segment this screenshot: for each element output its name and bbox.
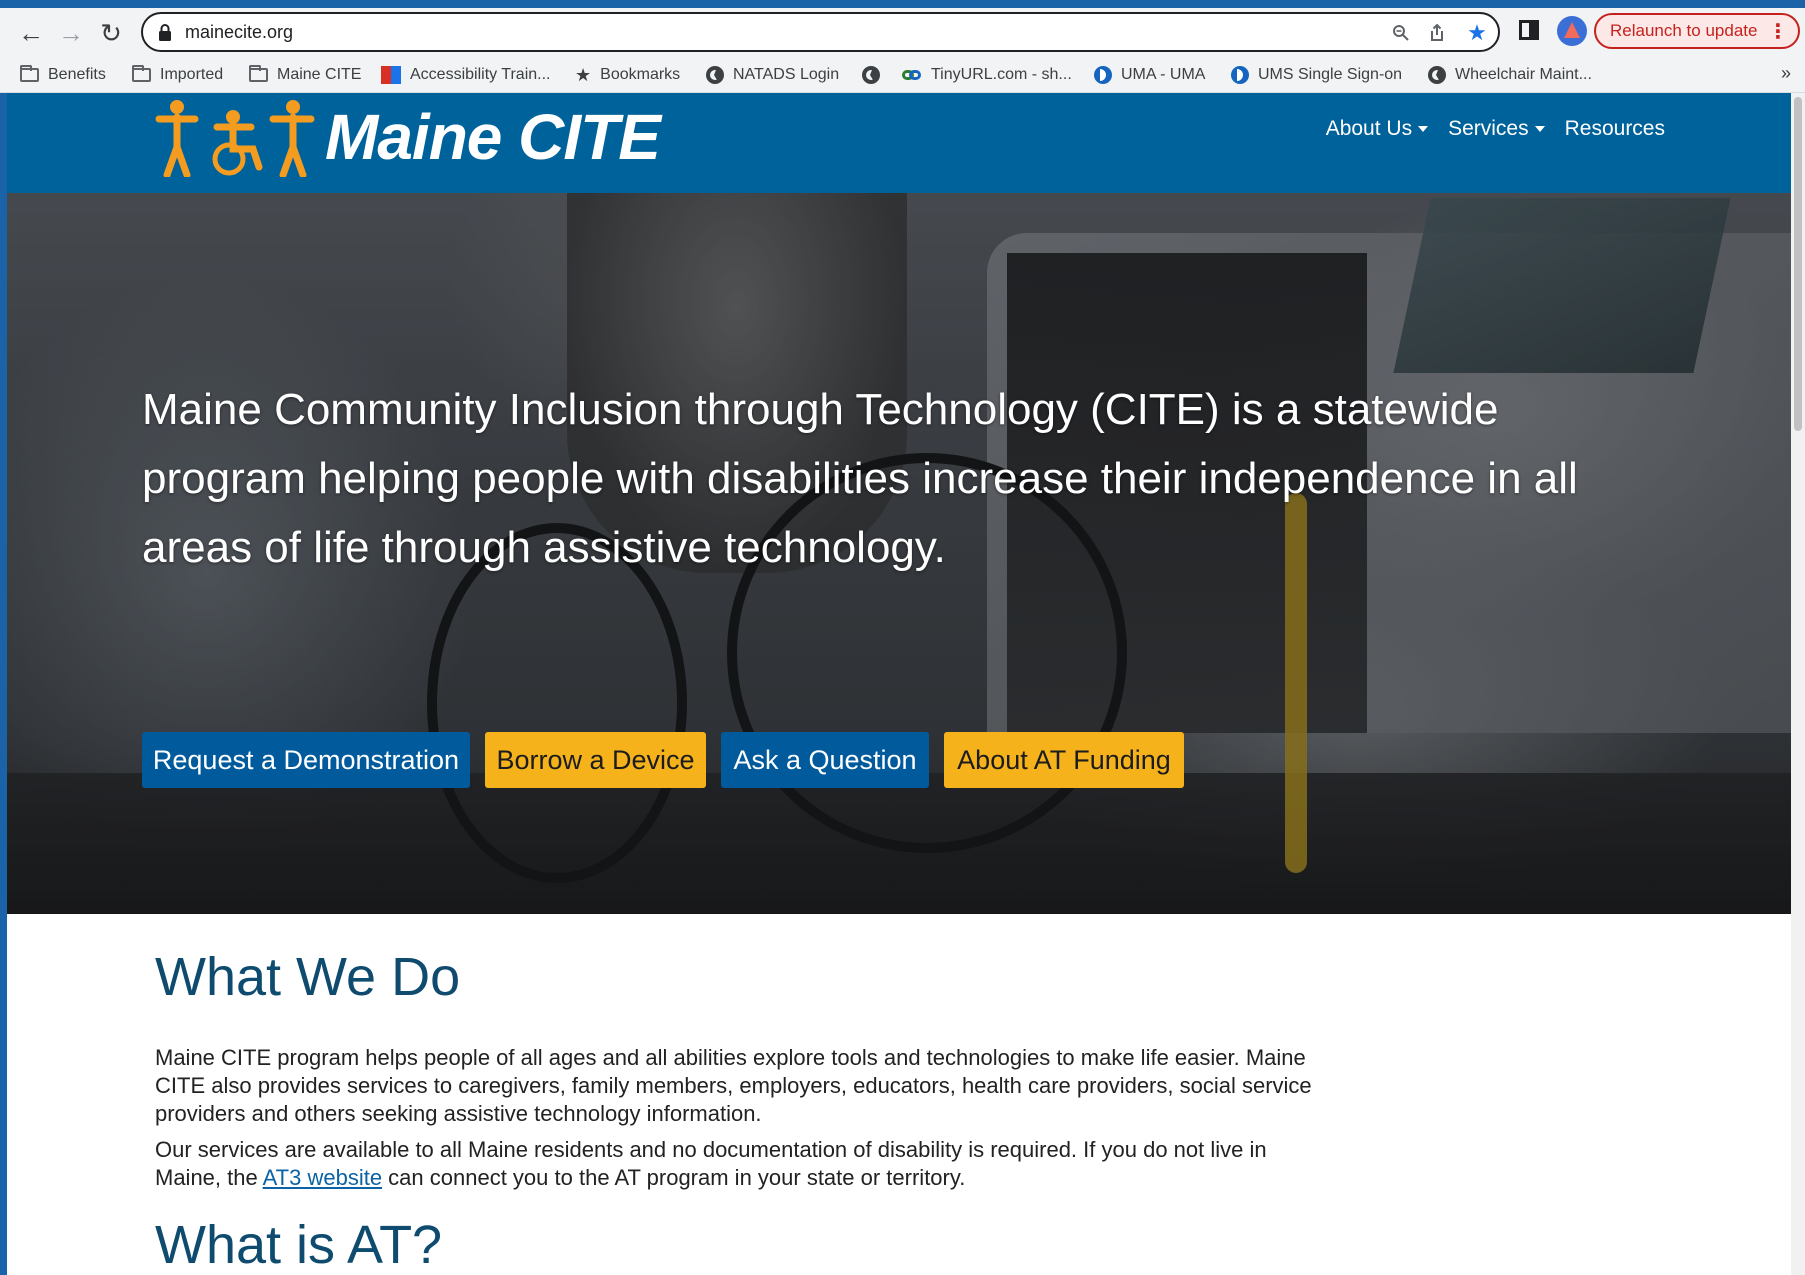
bookmark-label: TinyURL.com - sh...	[931, 66, 1072, 83]
hero-section: Maine Community Inclusion through Techno…	[7, 193, 1791, 914]
logo-text: Maine CITE	[325, 101, 661, 173]
folder-icon	[249, 65, 268, 82]
bookmark-uma[interactable]: UMA - UMA	[1094, 64, 1205, 86]
about-at-funding-button[interactable]: About AT Funding	[944, 732, 1184, 788]
hero-tagline: Maine Community Inclusion through Techno…	[142, 385, 1578, 572]
bookmark-label: Benefits	[48, 66, 106, 83]
nav-services[interactable]: Services	[1448, 117, 1545, 141]
browser-window: ← → ↻ mainecite.org ★ Relaunch to update…	[0, 0, 1805, 1275]
globe-icon	[1428, 66, 1446, 84]
bookmark-accessibility-training[interactable]: Accessibility Train...	[381, 64, 550, 86]
bookmark-label: UMS Single Sign-on	[1258, 66, 1403, 83]
share-icon[interactable]	[1426, 22, 1448, 44]
bookmark-globe[interactable]	[862, 64, 889, 86]
relaunch-label: Relaunch to update	[1610, 21, 1758, 40]
main-nav: About Us Services Resources	[1326, 117, 1665, 141]
bookmark-label: Imported	[160, 66, 224, 83]
zoom-icon[interactable]	[1390, 22, 1412, 44]
web-page: Maine CITE About Us Services Resources M…	[7, 93, 1791, 1275]
reload-icon[interactable]: ↻	[94, 16, 128, 50]
menu-dots-icon[interactable]: ⋮	[1768, 19, 1788, 44]
bookmark-ums-sso[interactable]: UMS Single Sign-on	[1231, 64, 1402, 86]
bookmark-maine-cite[interactable]: Maine CITE	[249, 64, 361, 86]
scrollbar-thumb[interactable]	[1794, 97, 1802, 431]
bookmark-label: UMA - UMA	[1121, 66, 1206, 83]
url-text: mainecite.org	[185, 22, 294, 42]
folder-icon	[132, 65, 151, 82]
bookmark-label: NATADS Login	[733, 66, 840, 83]
bookmark-wheelchair[interactable]: Wheelchair Maint...	[1428, 64, 1592, 86]
star-icon: ★	[575, 64, 592, 85]
bookmark-imported[interactable]: Imported	[132, 64, 223, 86]
paragraph-text: can connect you to the AT program in you…	[382, 1165, 966, 1190]
nav-resources[interactable]: Resources	[1565, 117, 1665, 141]
nav-label: Services	[1448, 117, 1529, 140]
back-arrow-icon[interactable]: ←	[14, 16, 48, 50]
accessibility-icon	[381, 66, 401, 84]
tinyurl-icon	[902, 66, 922, 84]
bookmark-natads-login[interactable]: NATADS Login	[706, 64, 839, 86]
bookmark-tinyurl[interactable]: TinyURL.com - sh...	[902, 64, 1072, 86]
site-logo[interactable]: Maine CITE	[155, 95, 661, 179]
services-paragraph: Our services are available to all Maine …	[155, 1136, 1315, 1192]
ask-question-button[interactable]: Ask a Question	[721, 732, 929, 788]
bookmarks-bar: Benefits Imported Maine CITE Accessibili…	[0, 58, 1805, 93]
globe-icon	[706, 66, 724, 84]
bookmark-label: Bookmarks	[600, 66, 681, 83]
side-panel-icon[interactable]	[1519, 20, 1539, 40]
bookmark-label: Accessibility Train...	[410, 66, 551, 83]
bookmark-label: Wheelchair Maint...	[1455, 66, 1592, 83]
relaunch-button[interactable]: Relaunch to update ⋮	[1594, 13, 1800, 49]
profile-avatar-icon[interactable]	[1557, 16, 1587, 46]
bookmark-star-icon[interactable]: ★	[1466, 20, 1488, 45]
request-demonstration-button[interactable]: Request a Demonstration	[142, 732, 470, 788]
what-we-do-heading: What We Do	[155, 947, 461, 1007]
what-we-do-paragraph: Maine CITE program helps people of all a…	[155, 1045, 1312, 1126]
uma-icon	[1231, 66, 1249, 84]
browser-toolbar: ← → ↻ mainecite.org ★ Relaunch to update…	[0, 8, 1805, 58]
globe-icon	[862, 66, 880, 84]
borrow-device-button[interactable]: Borrow a Device	[485, 732, 706, 788]
at3-website-link[interactable]: AT3 website	[263, 1165, 382, 1190]
people-logo-icon	[155, 100, 315, 177]
nav-label: About Us	[1325, 117, 1413, 140]
bookmark-label: Maine CITE	[277, 66, 362, 83]
what-is-at-heading: What is AT?	[155, 1215, 443, 1275]
page-scrollbar[interactable]	[1791, 93, 1805, 1275]
uma-icon	[1094, 66, 1112, 84]
nav-label: Resources	[1564, 117, 1665, 140]
address-bar[interactable]: mainecite.org ★	[141, 12, 1500, 52]
forward-arrow-icon[interactable]: →	[54, 16, 88, 50]
bookmark-bookmarks[interactable]: ★ Bookmarks	[575, 64, 680, 86]
caret-down-icon	[1418, 126, 1429, 132]
bookmark-benefits[interactable]: Benefits	[20, 64, 106, 86]
nav-about-us[interactable]: About Us	[1325, 117, 1429, 141]
more-bookmarks-icon[interactable]: »	[1781, 63, 1791, 84]
caret-down-icon	[1534, 126, 1545, 132]
lock-icon	[159, 24, 171, 41]
folder-icon	[20, 65, 39, 82]
site-header: Maine CITE About Us Services Resources	[7, 93, 1791, 193]
